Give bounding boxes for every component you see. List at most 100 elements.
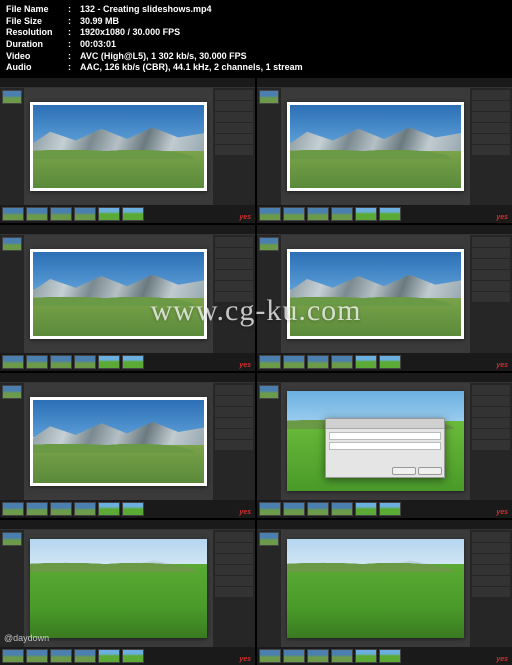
filmstrip-thumb[interactable] xyxy=(2,649,24,663)
dialog-field[interactable] xyxy=(329,442,441,450)
panel-section[interactable] xyxy=(215,396,253,406)
panel-section[interactable] xyxy=(472,565,510,575)
thumbnail-4[interactable]: yes xyxy=(257,225,512,370)
panel-section[interactable] xyxy=(472,418,510,428)
nav-thumbnail[interactable] xyxy=(2,385,22,399)
panel-section[interactable] xyxy=(472,112,510,122)
filmstrip-thumb[interactable] xyxy=(283,355,305,369)
filmstrip-thumb[interactable] xyxy=(307,207,329,221)
panel-section[interactable] xyxy=(472,259,510,269)
panel-section[interactable] xyxy=(215,237,253,247)
dialog-field[interactable] xyxy=(329,432,441,440)
panel-section[interactable] xyxy=(472,101,510,111)
panel-section[interactable] xyxy=(472,292,510,302)
filmstrip-thumb[interactable] xyxy=(307,649,329,663)
panel-section[interactable] xyxy=(472,145,510,155)
filmstrip-thumb[interactable] xyxy=(2,207,24,221)
filmstrip-thumb[interactable] xyxy=(379,649,401,663)
panel-section[interactable] xyxy=(472,543,510,553)
filmstrip-thumb[interactable] xyxy=(331,207,353,221)
filmstrip[interactable] xyxy=(257,353,512,371)
panel-section[interactable] xyxy=(472,396,510,406)
panel-section[interactable] xyxy=(215,565,253,575)
panel-section[interactable] xyxy=(472,532,510,542)
filmstrip-thumb[interactable] xyxy=(283,502,305,516)
filmstrip-thumb[interactable] xyxy=(50,355,72,369)
panel-section[interactable] xyxy=(215,292,253,302)
panel-section[interactable] xyxy=(215,429,253,439)
filmstrip-thumb[interactable] xyxy=(331,502,353,516)
panel-section[interactable] xyxy=(215,543,253,553)
filmstrip-thumb[interactable] xyxy=(307,355,329,369)
filmstrip[interactable] xyxy=(257,647,512,665)
filmstrip-thumb[interactable] xyxy=(74,649,96,663)
filmstrip-thumb[interactable] xyxy=(50,207,72,221)
filmstrip-thumb[interactable] xyxy=(259,502,281,516)
panel-section[interactable] xyxy=(472,134,510,144)
panel-section[interactable] xyxy=(472,281,510,291)
nav-thumbnail[interactable] xyxy=(259,385,279,399)
filmstrip-thumb[interactable] xyxy=(74,502,96,516)
nav-thumbnail[interactable] xyxy=(2,532,22,546)
filmstrip-thumb[interactable] xyxy=(122,355,144,369)
filmstrip-thumb[interactable] xyxy=(2,355,24,369)
panel-section[interactable] xyxy=(215,101,253,111)
filmstrip-thumb[interactable] xyxy=(259,207,281,221)
filmstrip-thumb[interactable] xyxy=(98,207,120,221)
panel-section[interactable] xyxy=(472,576,510,586)
filmstrip[interactable] xyxy=(257,500,512,518)
filmstrip-thumb[interactable] xyxy=(283,649,305,663)
filmstrip-thumb[interactable] xyxy=(379,355,401,369)
panel-section[interactable] xyxy=(472,407,510,417)
export-dialog[interactable] xyxy=(325,418,445,478)
panel-section[interactable] xyxy=(472,237,510,247)
nav-thumbnail[interactable] xyxy=(2,90,22,104)
panel-section[interactable] xyxy=(215,145,253,155)
filmstrip-thumb[interactable] xyxy=(379,502,401,516)
filmstrip-thumb[interactable] xyxy=(355,502,377,516)
panel-section[interactable] xyxy=(472,587,510,597)
panel-section[interactable] xyxy=(215,385,253,395)
thumbnail-1[interactable]: yes xyxy=(0,78,255,223)
nav-thumbnail[interactable] xyxy=(2,237,22,251)
filmstrip-thumb[interactable] xyxy=(283,207,305,221)
filmstrip[interactable] xyxy=(0,205,255,223)
nav-thumbnail[interactable] xyxy=(259,90,279,104)
panel-section[interactable] xyxy=(215,281,253,291)
filmstrip-thumb[interactable] xyxy=(98,502,120,516)
thumbnail-5[interactable]: yes xyxy=(0,373,255,518)
panel-section[interactable] xyxy=(472,90,510,100)
dialog-ok-button[interactable] xyxy=(418,467,442,475)
panel-section[interactable] xyxy=(215,440,253,450)
panel-section[interactable] xyxy=(215,532,253,542)
filmstrip-thumb[interactable] xyxy=(50,502,72,516)
filmstrip-thumb[interactable] xyxy=(26,355,48,369)
panel-section[interactable] xyxy=(472,385,510,395)
filmstrip-thumb[interactable] xyxy=(355,207,377,221)
filmstrip-thumb[interactable] xyxy=(331,649,353,663)
filmstrip-thumb[interactable] xyxy=(74,355,96,369)
panel-section[interactable] xyxy=(215,576,253,586)
panel-section[interactable] xyxy=(472,429,510,439)
panel-section[interactable] xyxy=(472,554,510,564)
filmstrip-thumb[interactable] xyxy=(355,649,377,663)
panel-section[interactable] xyxy=(472,248,510,258)
filmstrip[interactable] xyxy=(257,205,512,223)
thumbnail-6[interactable]: yes xyxy=(257,373,512,518)
filmstrip-thumb[interactable] xyxy=(2,502,24,516)
filmstrip-thumb[interactable] xyxy=(355,355,377,369)
filmstrip-thumb[interactable] xyxy=(259,649,281,663)
panel-section[interactable] xyxy=(215,112,253,122)
filmstrip-thumb[interactable] xyxy=(122,502,144,516)
nav-thumbnail[interactable] xyxy=(259,532,279,546)
filmstrip-thumb[interactable] xyxy=(74,207,96,221)
filmstrip-thumb[interactable] xyxy=(98,355,120,369)
panel-section[interactable] xyxy=(215,248,253,258)
filmstrip-thumb[interactable] xyxy=(26,207,48,221)
filmstrip-thumb[interactable] xyxy=(98,649,120,663)
filmstrip[interactable] xyxy=(0,500,255,518)
panel-section[interactable] xyxy=(215,418,253,428)
panel-section[interactable] xyxy=(215,407,253,417)
panel-section[interactable] xyxy=(215,554,253,564)
filmstrip-thumb[interactable] xyxy=(26,649,48,663)
